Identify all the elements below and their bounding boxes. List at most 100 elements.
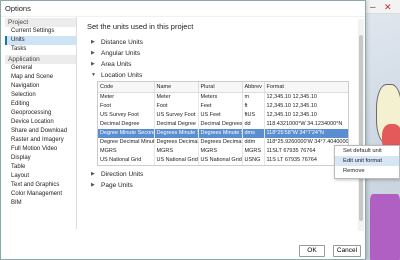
cell-abbrev: dd [242,119,265,129]
table-row[interactable]: Meter Meter Meters m 12,345.10 12,345.10 [98,92,348,102]
chevron-right-icon[interactable]: ▶ [91,180,97,191]
cell-name: Foot [154,101,199,111]
sidebar-item-current-settings[interactable]: Current Settings [5,27,76,36]
table-row[interactable]: Foot Foot Feet ft 12,345.10 12,345.10 [98,101,348,111]
main-panel: Set the units used in this project ▶ Dist… [87,17,357,231]
cancel-button[interactable]: Cancel [333,245,361,257]
cell-abbrev: ftUS [242,110,265,120]
cell-abbrev: ft [242,101,265,111]
chevron-right-icon[interactable]: ▶ [91,48,97,59]
sidebar-item-geoprocessing[interactable]: Geoprocessing [5,109,76,118]
cell-code: US National Grid [98,155,155,165]
cell-code: UTM [98,164,155,165]
sidebar-item-map-and-scene[interactable]: Map and Scene [5,73,76,82]
cell-name: UTM [154,164,199,165]
cell-plural: Feet [198,101,243,111]
chevron-right-icon[interactable]: ▶ [91,169,97,180]
table-row[interactable]: Degree Decimal MinuteDegrees Decimal Min… [98,137,348,147]
cell-abbrev: USNG [242,155,265,165]
group-label: Page Units [101,182,133,189]
cell-name: MGRS [154,146,199,156]
cell-code: US Survey Foot [98,110,155,120]
group-direction-units[interactable]: ▶ Direction Units [87,169,357,180]
group-label: Area Units [101,61,132,68]
table-row[interactable]: Degree Minute SecondDegrees Minute Secon… [98,128,348,138]
group-distance-units[interactable]: ▶ Distance Units [87,37,357,48]
cell-abbrev: MGRS [242,146,265,156]
sidebar-item-raster-and-imagery[interactable]: Raster and Imagery [5,136,76,145]
dialog-title: Options [5,4,31,13]
cell-plural: MGRS [198,146,243,156]
cell-format: 12,345.10 12,345.10 [264,92,348,102]
sidebar-item-layout[interactable]: Layout [5,172,76,181]
sidebar-item-bim[interactable]: BIM [5,199,76,208]
cell-abbrev: dms [242,128,265,138]
menu-item-set-default-unit[interactable]: Set default unit [335,146,399,156]
sidebar-item-units[interactable]: Units [5,36,76,45]
sidebar-item-text-and-graphics[interactable]: Text and Graphics [5,181,76,190]
sidebar-item-navigation[interactable]: Navigation [5,82,76,91]
sidebar-section-project: Project [5,18,76,27]
sidebar-item-tasks[interactable]: Tasks [5,45,76,54]
group-area-units[interactable]: ▶ Area Units [87,59,357,70]
table-row[interactable]: US Survey Foot US Survey Foot US Feet ftUS 1… [98,110,348,120]
titlebar: Options [1,1,365,17]
cell-code: Meter [98,92,155,102]
sidebar-item-full-motion-video[interactable]: Full Motion Video [5,145,76,154]
cell-code: Decimal Degree [98,119,155,129]
chevron-right-icon[interactable]: ▶ [91,37,97,48]
sidebar-item-display[interactable]: Display [5,154,76,163]
cell-plural: Meters [198,92,243,102]
sidebar-item-table[interactable]: Table [5,163,76,172]
cell-format: 118°25'58"W 34°7'24"N [264,128,348,138]
cell-format: 12,345.10 12,345.10 [264,101,348,111]
column-header-name[interactable]: Name [154,82,199,93]
cell-code: Degree Decimal Minute [98,137,155,147]
sidebar-item-selection[interactable]: Selection [5,91,76,100]
sidebar-item-general[interactable]: General [5,64,76,73]
group-label: Direction Units [101,171,144,178]
cell-format: 118.4321000°W 34.1234000°N [264,119,348,129]
cell-code: Foot [98,101,155,111]
cell-name: Meter [154,92,199,102]
chevron-down-icon[interactable]: ▼ [91,70,97,81]
close-icon[interactable]: ✕ [384,2,392,13]
cell-abbrev: ddm [242,137,265,147]
table-row[interactable]: UTMUTMUTMUTM11S 367935 3776764 [98,164,348,165]
table-row[interactable]: US National Grid US National Grid US Natio… [98,155,348,165]
sidebar-item-device-location[interactable]: Device Location [5,118,76,127]
main-scrollbar[interactable] [358,19,364,231]
group-angular-units[interactable]: ▶ Angular Units [87,48,357,59]
group-location-units[interactable]: ▼ Location Units [87,70,357,81]
group-page-units[interactable]: ▶ Page Units [87,180,357,191]
group-label: Distance Units [101,39,143,46]
cell-abbrev: UTM [242,164,265,165]
context-menu: Set default unit Edit unit format Remove [334,145,400,179]
cell-plural: Degrees Decimal Minute [198,137,243,147]
table-row[interactable]: MGRS MGRS MGRS MGRS 11SLT 67935 76764 [98,146,348,156]
cell-name: Degrees Decimal Minute [154,137,199,147]
chevron-right-icon[interactable]: ▶ [91,59,97,70]
menu-item-edit-unit-format[interactable]: Edit unit format [335,156,399,166]
map-view[interactable] [366,14,400,260]
location-units-table[interactable]: CodeNamePluralAbbrevFormatDe MeterMeterM… [97,81,349,166]
cell-plural: US Feet [198,110,243,120]
background-titlebar: – ✕ [366,0,400,14]
column-header-abbrev[interactable]: Abbrev [242,82,265,93]
cell-name: US Survey Foot [154,110,199,120]
cell-plural: US National Grid [198,155,243,165]
ok-button[interactable]: OK [299,245,325,257]
options-sidebar: Project Current Settings Units Tasks Applica… [5,17,77,229]
cell-code: Degree Minute Second [98,128,155,138]
scrollbar-thumb[interactable] [359,35,363,221]
sidebar-item-editing[interactable]: Editing [5,100,76,109]
column-header-code[interactable]: Code [98,82,155,93]
sidebar-item-share-and-download[interactable]: Share and Download [5,127,76,136]
table-row[interactable]: Decimal Degree Decimal Degree Decimal Degr… [98,119,348,129]
minimize-icon[interactable]: – [370,2,376,13]
sidebar-item-color-management[interactable]: Color Management [5,190,76,199]
column-header-format[interactable]: Format [264,82,348,93]
column-header-plural[interactable]: Plural [198,82,243,93]
menu-item-remove[interactable]: Remove [335,166,399,176]
cell-name: Degrees Minute Second [154,128,199,138]
